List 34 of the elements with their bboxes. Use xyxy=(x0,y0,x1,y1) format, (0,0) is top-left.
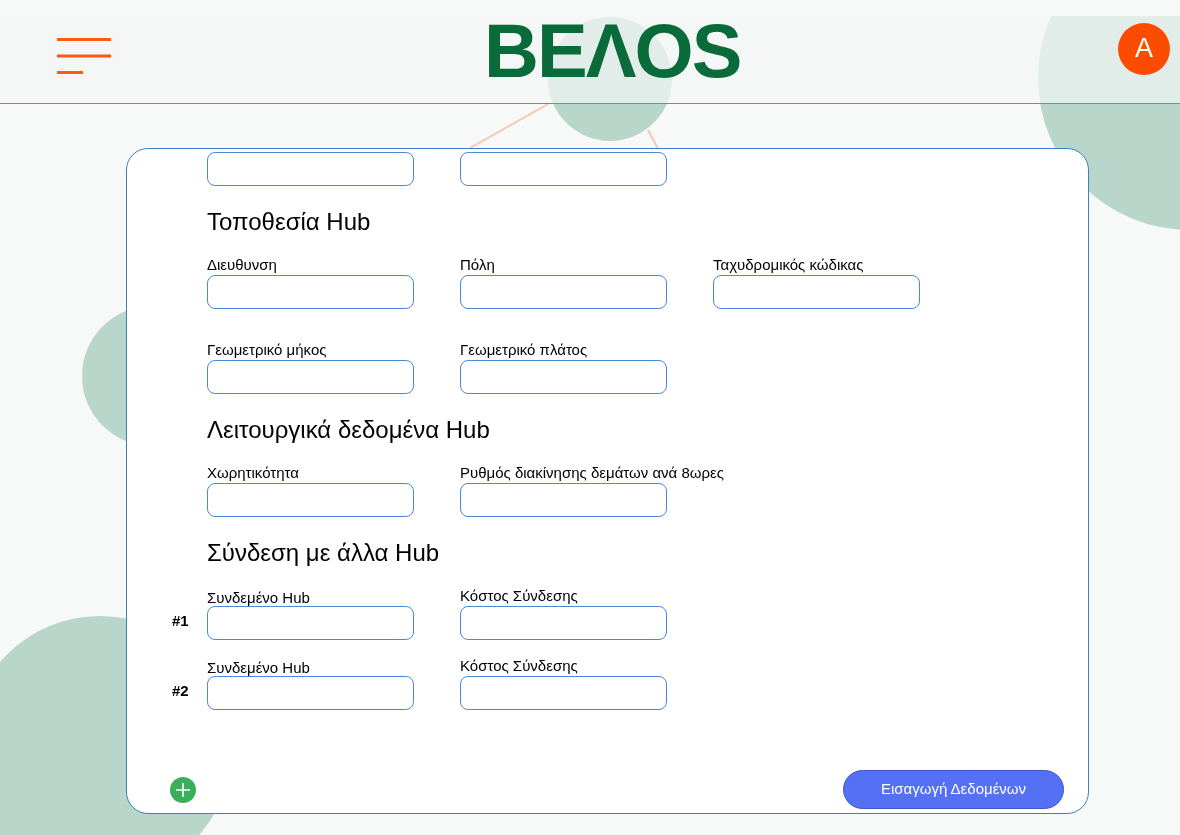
logo: BEΛOS xyxy=(484,12,741,89)
input-field[interactable] xyxy=(460,360,667,394)
section-title: Τοποθεσία Hub xyxy=(207,208,372,236)
field-label: Κόστος Σύνδεσης xyxy=(460,657,578,675)
add-icon[interactable] xyxy=(170,777,196,803)
input-field[interactable] xyxy=(460,676,667,710)
input-field[interactable] xyxy=(207,275,414,309)
menu-icon[interactable] xyxy=(57,37,111,74)
input-field[interactable] xyxy=(460,152,667,186)
field-label: Συνδεμένο Hub xyxy=(207,659,310,677)
input-field[interactable] xyxy=(460,275,667,309)
input-field[interactable] xyxy=(207,483,414,517)
field-label: Συνδεμένο Hub xyxy=(207,589,310,607)
section-title: Λειτουργικά δεδομένα Hub xyxy=(207,416,491,444)
input-field[interactable] xyxy=(207,360,414,394)
input-field[interactable] xyxy=(460,606,667,640)
field-label: Διευθυνση xyxy=(207,256,277,274)
field-label: Ρυθμός διακίνησης δεμάτων ανά 8ωρες xyxy=(460,464,724,482)
input-field[interactable] xyxy=(207,676,414,710)
avatar[interactable]: A xyxy=(1118,22,1170,75)
row-number: #2 xyxy=(172,680,189,701)
field-label: Γεωμετρικό πλάτος xyxy=(460,341,588,359)
input-field[interactable] xyxy=(713,275,920,309)
input-field[interactable] xyxy=(460,483,667,517)
field-label: Χωρητικότητα xyxy=(207,464,299,482)
row-number: #1 xyxy=(172,610,189,631)
input-field[interactable] xyxy=(207,152,414,186)
section-title: Σύνδεση με άλλα Hub xyxy=(207,539,441,567)
field-label: Πόλη xyxy=(460,256,495,274)
field-label: Ταχυδρομικός κώδικας xyxy=(713,256,864,274)
field-label: Κόστος Σύνδεσης xyxy=(460,587,578,605)
input-field[interactable] xyxy=(207,606,414,640)
field-label: Γεωμετρικό μήκος xyxy=(207,341,327,359)
submit-button[interactable]: Εισαγωγή Δεδομένων xyxy=(843,770,1064,809)
